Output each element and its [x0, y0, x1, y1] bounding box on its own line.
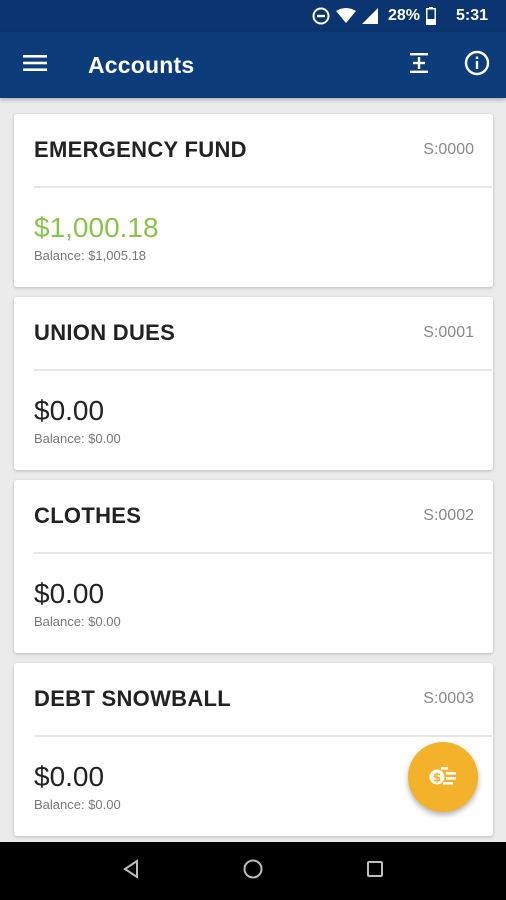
available-amount: $0.00 [34, 578, 105, 609]
recents-icon [365, 859, 385, 884]
account-card-emergency-fund[interactable]: EMERGENCY FUND S:0000 $1,000.18 Balance:… [14, 114, 493, 287]
home-icon [242, 858, 264, 885]
wifi-icon [335, 8, 356, 24]
back-icon [121, 858, 141, 884]
battery-icon [425, 7, 436, 25]
balance-text: Balance: $0.00 [34, 797, 121, 812]
adjust-button[interactable] [390, 32, 448, 98]
do-not-disturb-icon [312, 7, 330, 25]
account-card-union-dues[interactable]: UNION DUES S:0001 $0.00 Balance: $0.00 [14, 297, 493, 470]
account-name: EMERGENCY FUND [34, 137, 247, 162]
battery-percent: 28% [387, 7, 420, 24]
page-title: Accounts [88, 51, 195, 78]
adjust-icon [408, 52, 430, 79]
account-name: CLOTHES [34, 503, 142, 528]
transfer-fab-button[interactable]: $ [408, 742, 478, 812]
info-icon [464, 50, 490, 81]
balance-text: Balance: $0.00 [34, 431, 121, 446]
clock: 5:31 [455, 7, 488, 24]
status-bar: 28% 5:31 [0, 0, 506, 32]
available-amount: $1,000.18 [34, 212, 159, 243]
app-bar: Accounts [0, 32, 506, 98]
account-code: S:0000 [423, 141, 474, 158]
cell-signal-icon [361, 8, 378, 24]
recents-button[interactable] [345, 842, 405, 900]
info-button[interactable] [448, 32, 506, 98]
account-name: DEBT SNOWBALL [34, 686, 231, 711]
svg-text:$: $ [433, 770, 441, 784]
home-button[interactable] [223, 842, 283, 900]
menu-icon [23, 53, 47, 78]
menu-button[interactable] [0, 32, 70, 98]
balance-text: Balance: $1,005.18 [34, 248, 147, 263]
account-list: EMERGENCY FUND S:0000 $1,000.18 Balance:… [14, 114, 493, 846]
available-amount: $0.00 [34, 395, 105, 426]
account-name: UNION DUES [34, 320, 176, 345]
system-nav-bar [0, 842, 506, 900]
balance-text: Balance: $0.00 [34, 614, 121, 629]
account-code: S:0002 [423, 507, 474, 524]
account-code: S:0001 [423, 324, 474, 341]
back-button[interactable] [101, 842, 161, 900]
transfer-money-icon: $ [429, 764, 457, 791]
account-code: S:0003 [423, 690, 474, 707]
account-card-clothes[interactable]: CLOTHES S:0002 $0.00 Balance: $0.00 [14, 480, 493, 653]
